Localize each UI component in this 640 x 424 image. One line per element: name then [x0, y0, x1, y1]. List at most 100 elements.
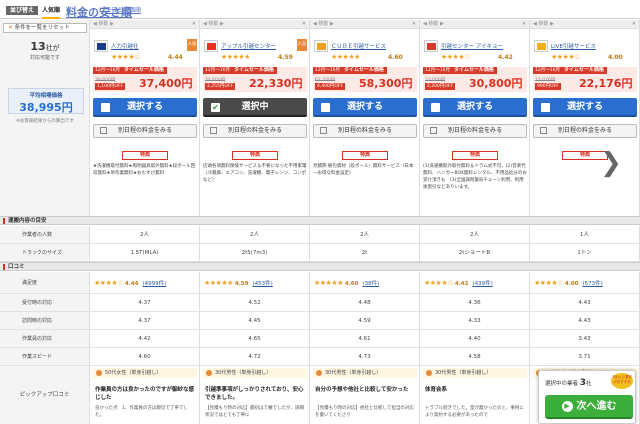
select-button[interactable]: 選択する: [423, 98, 527, 117]
company-name-link[interactable]: ＣＵＢＥ引越サービス: [331, 42, 386, 50]
selected-unit: 社: [586, 381, 592, 387]
close-icon[interactable]: ✕: [192, 20, 196, 29]
table-cell: 2tショートB: [420, 244, 530, 261]
tab-popular[interactable]: 人気順: [42, 6, 61, 19]
company-name-link[interactable]: 人力引越社: [111, 42, 139, 50]
star-rating: ★★★★☆: [441, 53, 470, 61]
pickup-label: ピックアップ口コミ: [0, 366, 90, 424]
review-headline: 作業員の方は良かったのですが御紗な感じした: [95, 387, 195, 401]
rating-score: 4.44: [124, 281, 139, 287]
discount-tag: 990円OFF: [535, 83, 561, 90]
select-button[interactable]: 選択する: [533, 98, 637, 117]
review-body: トラブル続きでした。室が無かったのと、事例により契約する必要があったので: [425, 406, 524, 418]
table-row: 作業者の人数 2人 2人 2人 2人 1人: [0, 226, 640, 244]
rating-score: 4.59: [234, 281, 249, 287]
move-handle-icon[interactable]: ◀ 移動 ▶: [93, 21, 114, 27]
row-label: 受付時の対応: [0, 294, 90, 311]
other-dates-button[interactable]: 別日程の料金をみる: [203, 124, 307, 138]
other-dates-label: 別日程の料金をみる: [447, 127, 502, 134]
rating-score: 4.00: [608, 54, 623, 61]
review-body: 良かった点 1、作業員の方は親切で丁寧でした。: [95, 406, 188, 418]
other-dates-button[interactable]: 別日程の料金をみる: [533, 124, 637, 138]
other-dates-label: 別日程の料金をみる: [557, 127, 612, 134]
company-name-link[interactable]: 引越センター アイキョー: [441, 42, 503, 50]
select-label: 選択する: [126, 102, 163, 112]
review-body: 【見積もり時の対応】他社と比較して担当の対応を書いてくださり: [315, 406, 414, 418]
company-column: ◀ 移動 ▶ ✕ ＣＵＢＥ引越サービス ★★★★★ 4.60 12月〜16月 タイムセール価…: [310, 20, 420, 216]
select-button[interactable]: 選択する: [93, 98, 197, 117]
count-sub: 対応可能です: [29, 55, 60, 61]
column-header: ◀ 移動 ▶ ✕: [310, 20, 419, 29]
table-cell: 4.59: [310, 312, 420, 329]
calendar-icon: [540, 127, 547, 134]
other-dates-button[interactable]: 別日程の料金をみる: [423, 124, 527, 138]
star-rating: ★★★★☆: [94, 279, 123, 287]
move-handle-icon[interactable]: ◀ 移動 ▶: [313, 21, 334, 27]
discount-tag: 1,100円OFF: [95, 83, 126, 90]
review-count-link[interactable]: (453件): [252, 281, 272, 287]
reviewer-info: 30代男性（単身引越し）: [203, 368, 307, 378]
rating-row: 満足度 ★★★★☆ 4.44 (4999件) ★★★★★ 4.59 (453件) ★★★★★ 4…: [0, 272, 640, 294]
move-handle-icon[interactable]: ◀ 移動 ▶: [423, 21, 444, 27]
select-button[interactable]: 選択する: [313, 98, 417, 117]
row-label: 作業員の対応: [0, 330, 90, 347]
row-label: 訪問時の対応: [0, 312, 90, 329]
row-label: 作業スピード: [0, 348, 90, 365]
reviewer-info: 30代男性（単身引越し）: [313, 368, 417, 378]
close-icon[interactable]: ✕: [522, 20, 526, 29]
calendar-icon: [320, 127, 327, 134]
table-cell: 1.5T(MLA): [90, 244, 200, 261]
next-button[interactable]: ▶ 次へ進む: [545, 395, 633, 419]
sale-price: 30,800円: [469, 77, 523, 90]
review-count-link[interactable]: (573件): [582, 281, 602, 287]
price-box: 12月〜16月 タイムセール価格 62,700円 4,400円OFF 58,300円: [313, 67, 417, 92]
reset-button[interactable]: ✕ 条件を一覧をリセット: [3, 23, 87, 33]
company-name-link[interactable]: LIVE引越サービス: [551, 42, 596, 50]
select-button[interactable]: ✔ 選択中: [203, 98, 307, 117]
table-cell: 4.58: [420, 348, 530, 365]
section-detail-title: 運搬内容の目安: [8, 218, 47, 224]
star-rating: ★★★★☆: [111, 53, 140, 61]
table-row: 作業員の対応 4.42 4.65 4.61 4.40 3.43: [0, 330, 640, 348]
sale-period-tag: 12月〜16月: [93, 67, 122, 74]
table-cell: 3.71: [530, 348, 640, 365]
company-name-link[interactable]: アップル引越センター: [221, 42, 276, 50]
rating-cell: ★★★★☆ 4.42 (439件): [420, 272, 530, 293]
close-icon[interactable]: ✕: [632, 20, 636, 29]
table-row: 訪問時の対応 4.37 4.45 4.59 4.33 4.43: [0, 312, 640, 330]
table-cell: 4.37: [90, 294, 200, 311]
rating-score: 4.59: [278, 54, 293, 61]
special-offer-label: 特典: [342, 151, 388, 160]
review-count-link[interactable]: (38件): [362, 281, 379, 287]
rating-score: 4.00: [564, 281, 579, 287]
review-count-link[interactable]: (4999件): [142, 281, 166, 287]
move-handle-icon[interactable]: ◀ 移動 ▶: [533, 21, 554, 27]
discount-tag: 4,400円OFF: [315, 83, 346, 90]
star-rating: ★★★★☆: [424, 279, 453, 287]
company-logo: [94, 40, 108, 52]
count-unit: 社が: [45, 44, 60, 52]
special-offer-text: (1)洗濯機取外取付無料＆ドラム式不可、(2)音楽代無料、ハンガーBOX無料レン…: [423, 164, 527, 190]
average-price-box: 平均相場価格 38,995円: [8, 88, 84, 114]
column-header: ◀ 移動 ▶ ✕: [530, 20, 639, 29]
move-handle-icon[interactable]: ◀ 移動 ▶: [203, 21, 224, 27]
other-dates-button[interactable]: 別日程の料金をみる: [93, 124, 197, 138]
table-cell: 2人: [200, 226, 310, 243]
close-icon[interactable]: ✕: [302, 20, 306, 29]
select-label: 選択する: [566, 102, 603, 112]
review-count-link[interactable]: (439件): [472, 281, 492, 287]
chevron-right-icon[interactable]: ❯: [596, 145, 626, 181]
checkbox-icon: [101, 103, 110, 112]
tab-review[interactable]: 口コミ評価順: [105, 6, 141, 15]
table-row: 受付時の対応 4.37 4.52 4.48 4.36 4.43: [0, 294, 640, 312]
special-offer-text: 見積際 梱包資材（段ボール）無料サービス（日本一お得な料金設定): [313, 164, 414, 176]
calendar-icon: [430, 127, 437, 134]
timesale-tag: タイムセール価格: [341, 67, 387, 74]
special-offer-label: 特典: [452, 151, 498, 160]
row-label: 満足度: [0, 272, 90, 293]
other-dates-button[interactable]: 別日程の料金をみる: [313, 124, 417, 138]
table-cell: 2人: [420, 226, 530, 243]
close-icon[interactable]: ✕: [412, 20, 416, 29]
star-rating: ★★★★☆: [551, 53, 580, 61]
rating-score: 4.60: [344, 281, 359, 287]
